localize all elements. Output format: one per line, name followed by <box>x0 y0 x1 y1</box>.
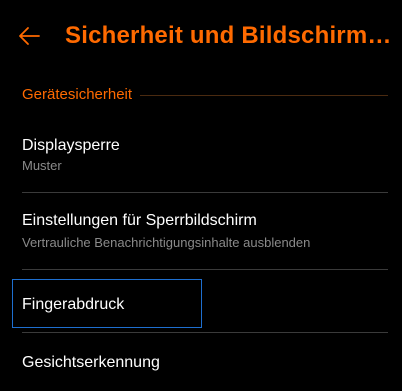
item-subtitle: Vertrauliche Benachrichtigungsinhalte au… <box>22 235 311 250</box>
item-title: Gesichtserkennung <box>22 354 160 371</box>
arrow-left-icon[interactable] <box>17 24 41 48</box>
app-header: Sicherheit und Bildschirm… <box>0 0 402 72</box>
page-title: Sicherheit und Bildschirm… <box>65 22 392 49</box>
section-header-device-security: Gerätesicherheit <box>22 83 388 107</box>
settings-item-display-lock[interactable]: Displaysperre Muster <box>0 124 402 192</box>
settings-item-face-recognition[interactable]: Gesichtserkennung <box>0 333 402 391</box>
item-title: Einstellungen für Sperrbildschirm <box>22 212 257 229</box>
section-divider <box>140 94 388 96</box>
section-title: Gerätesicherheit <box>22 86 133 103</box>
item-title: Displaysperre <box>22 137 120 154</box>
settings-item-lockscreen-settings[interactable]: Einstellungen für Sperrbildschirm Vertra… <box>0 193 402 269</box>
focus-highlight <box>12 279 202 328</box>
item-subtitle: Muster <box>22 158 62 173</box>
